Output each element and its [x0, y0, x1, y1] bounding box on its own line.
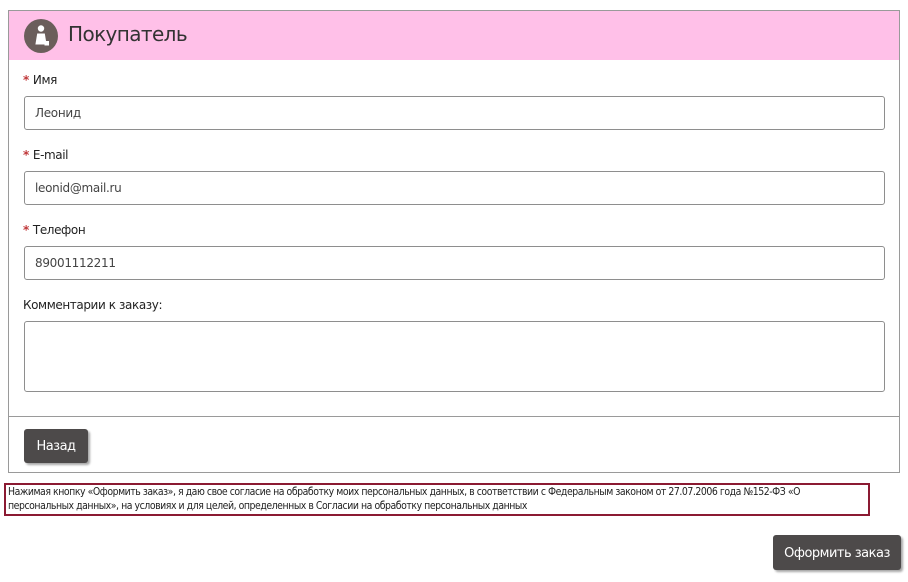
name-input[interactable] — [24, 96, 885, 130]
buyer-panel: Покупатель *Имя *E-mail *Телефон Коммент… — [8, 10, 900, 473]
phone-label: * Телефон — [23, 223, 86, 237]
email-input[interactable] — [24, 171, 885, 205]
comment-label: Комментарии к заказу: — [23, 298, 163, 312]
name-label: * Имя — [23, 73, 57, 87]
name-label-text: Имя — [32, 73, 57, 87]
required-mark: * — [23, 148, 29, 162]
submit-order-button[interactable]: Оформить заказ — [773, 535, 901, 570]
person-bag-icon — [24, 19, 58, 53]
required-mark: * — [23, 73, 29, 87]
panel-title: Покупатель — [68, 22, 188, 46]
comment-textarea[interactable] — [24, 321, 885, 392]
consent-notice: Нажимая кнопку «Оформить заказ», я даю с… — [4, 483, 870, 516]
phone-input[interactable] — [24, 246, 885, 280]
email-label-text: E-mail — [32, 148, 69, 162]
email-label: * E-mail — [23, 148, 69, 162]
phone-label-text: Телефон — [32, 223, 86, 237]
panel-divider — [9, 416, 899, 417]
required-mark: * — [23, 223, 29, 237]
back-button[interactable]: Назад — [24, 429, 88, 463]
buyer-panel-header: Покупатель — [9, 11, 899, 60]
